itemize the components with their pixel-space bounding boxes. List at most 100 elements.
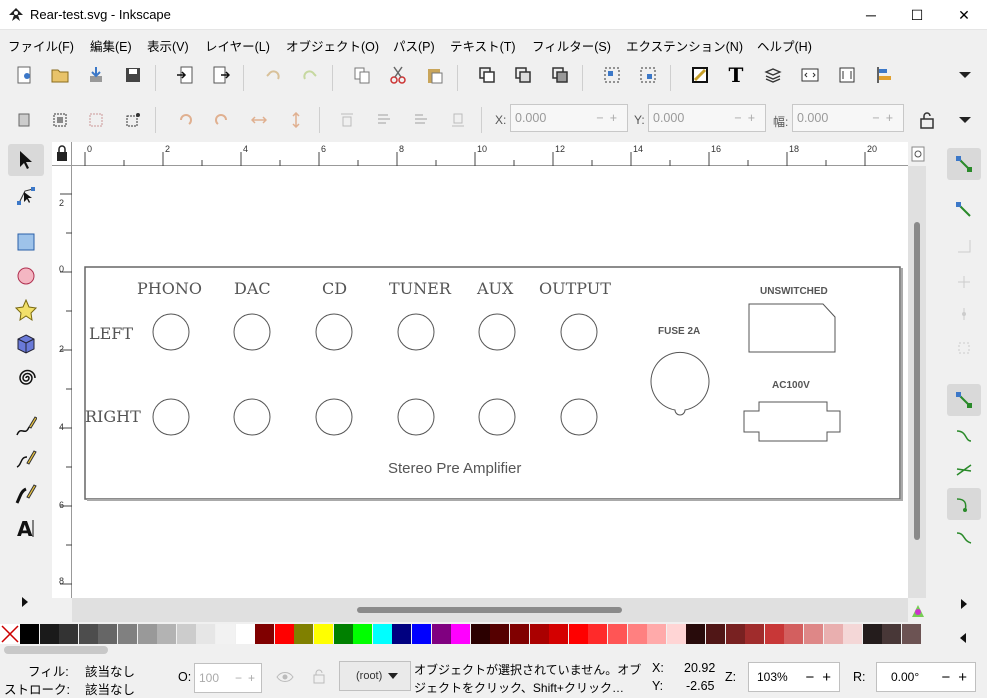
menu-path[interactable]: パス(P) [393,36,435,55]
invert-selection-icon[interactable] [82,106,110,134]
cut-icon[interactable] [384,61,412,89]
zoom-in-button[interactable]: + [822,669,839,686]
maximize-button[interactable]: ☐ [894,0,940,30]
menu-file[interactable]: ファイル(F) [8,36,74,55]
menu-text[interactable]: テキスト(T) [450,36,516,55]
deselect-icon[interactable] [119,106,147,134]
opacity-plus-button[interactable]: + [248,671,261,685]
color-swatch[interactable] [823,624,843,644]
snap-cusp-icon[interactable] [947,488,981,520]
lower-icon[interactable] [407,106,435,134]
commands-overflow-icon[interactable] [951,61,979,89]
ruler-corner-lock-icon[interactable] [52,142,72,166]
color-swatch[interactable] [118,624,137,644]
snap-bbox-corner-icon[interactable] [947,266,981,298]
close-button[interactable]: ✕ [941,0,987,30]
vertical-scroll-thumb[interactable] [914,222,920,540]
color-swatch[interactable] [627,624,647,644]
color-swatch[interactable] [666,624,686,644]
width-plus-button[interactable]: + [886,111,899,125]
color-swatch[interactable] [804,624,823,644]
ungroup-icon[interactable] [634,61,662,89]
color-swatch[interactable] [647,624,667,644]
color-swatch[interactable] [784,624,804,644]
zoom-out-button[interactable]: − [805,669,822,686]
snap-bbox-center-icon[interactable] [947,332,981,364]
rotate-ccw-icon[interactable] [171,106,199,134]
layer-lock-icon[interactable] [312,668,326,687]
save-icon[interactable] [119,61,147,89]
controls-overflow-icon[interactable] [951,106,979,134]
color-swatch[interactable] [725,624,745,644]
layer-dropdown[interactable]: (root) [339,661,411,691]
layer-visibility-icon[interactable] [276,670,294,687]
y-input[interactable]: 0.000 −+ [648,104,766,132]
lock-icon[interactable] [913,106,941,134]
color-swatch[interactable] [314,624,333,644]
menu-object[interactable]: オブジェクト(O) [286,36,379,55]
layers-icon[interactable] [759,61,787,89]
snap-bbox-edge-icon[interactable] [947,230,981,262]
color-swatch[interactable] [176,624,196,644]
fill-stroke-icon[interactable] [686,61,714,89]
color-swatch[interactable] [706,624,725,644]
color-swatch[interactable] [608,624,627,644]
align-distribute-icon[interactable] [870,61,898,89]
opacity-minus-button[interactable]: − [235,671,248,685]
3d-box-tool-icon[interactable] [8,328,44,360]
rotate-plus-button[interactable]: + [958,669,975,686]
zoom-correction-icon[interactable] [909,142,926,166]
raise-to-top-icon[interactable] [333,106,361,134]
color-swatch[interactable] [274,624,294,644]
import-document-icon[interactable] [171,61,199,89]
menu-filter[interactable]: フィルター(S) [532,36,611,55]
text-font-icon[interactable]: T [722,61,750,89]
x-minus-button[interactable]: − [596,111,609,125]
circle-tool-icon[interactable] [8,260,44,292]
calligraphy-tool-icon[interactable] [8,478,44,510]
paste-icon[interactable] [421,61,449,89]
snap-nodes-icon[interactable] [947,384,981,416]
object-properties-icon[interactable] [833,61,861,89]
flip-vertical-icon[interactable] [282,106,310,134]
snap-path-icon[interactable] [947,420,981,452]
lower-to-bottom-icon[interactable] [444,106,472,134]
rotation-input[interactable]: 0.00° −+ [876,662,976,692]
color-swatch[interactable] [470,624,490,644]
color-swatch[interactable] [39,624,59,644]
width-input[interactable]: 0.000 −+ [792,104,904,132]
color-swatch[interactable] [568,624,588,644]
zoom-input[interactable]: 103% −+ [748,662,840,692]
color-swatch[interactable] [98,624,118,644]
node-tool-icon[interactable] [8,180,44,212]
color-swatch[interactable] [137,624,157,644]
color-manage-icon[interactable] [909,601,926,621]
color-swatch[interactable] [764,624,784,644]
color-swatch[interactable] [59,624,79,644]
color-swatch[interactable] [510,624,529,644]
menu-extensions[interactable]: エクステンション(N) [626,36,743,55]
color-swatch[interactable] [431,624,451,644]
opacity-input[interactable]: 100 −+ [194,663,262,693]
color-swatch[interactable] [686,624,706,644]
minimize-button[interactable]: ─ [848,0,894,30]
select-all-layers-icon[interactable] [46,106,74,134]
toolbox-expand-icon[interactable] [20,596,30,611]
spiral-tool-icon[interactable] [8,362,44,394]
snap-expand-icon[interactable] [959,598,969,613]
color-swatch[interactable] [451,624,471,644]
pen-tool-icon[interactable] [8,444,44,476]
selector-tool-icon[interactable] [8,144,44,176]
color-swatch[interactable] [235,624,255,644]
menu-edit[interactable]: 編集(E) [90,36,132,55]
flip-horizontal-icon[interactable] [245,106,273,134]
redo-icon[interactable] [296,61,324,89]
width-minus-button[interactable]: − [872,111,885,125]
menu-help[interactable]: ヘルプ(H) [757,36,812,55]
color-swatch[interactable] [588,624,608,644]
text-tool-icon[interactable]: A [8,512,44,544]
y-plus-button[interactable]: + [748,111,761,125]
group-icon[interactable] [598,61,626,89]
clone-icon[interactable] [509,61,537,89]
color-swatch[interactable] [392,624,412,644]
